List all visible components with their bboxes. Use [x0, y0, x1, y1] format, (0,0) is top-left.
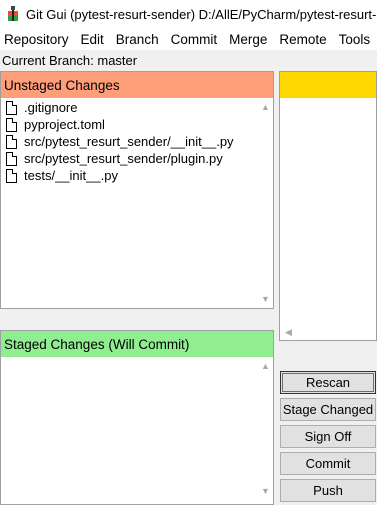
diff-pane: ◀ — [279, 71, 377, 341]
menu-bar: Repository Edit Branch Commit Merge Remo… — [0, 28, 377, 50]
file-icon[interactable] — [6, 100, 17, 115]
unstaged-scroll-up-icon[interactable]: ▲ — [260, 102, 271, 112]
staged-changes-header: Staged Changes (Will Commit) — [1, 331, 273, 357]
file-item[interactable]: src/pytest_resurt_sender/plugin.py — [3, 150, 259, 167]
scroll-left-icon[interactable]: ◀ — [283, 327, 294, 337]
menu-tools[interactable]: Tools — [333, 32, 377, 47]
file-icon[interactable] — [6, 168, 17, 183]
staged-changes-pane: Staged Changes (Will Commit) ▲ ▼ — [0, 330, 274, 505]
menu-commit[interactable]: Commit — [165, 32, 224, 47]
file-name: src/pytest_resurt_sender/__init__.py — [24, 134, 234, 149]
unstaged-changes-pane: Unstaged Changes .gitignore pyproject.to… — [0, 71, 274, 309]
file-name: tests/__init__.py — [24, 168, 118, 183]
menu-edit[interactable]: Edit — [75, 32, 110, 47]
file-item[interactable]: src/pytest_resurt_sender/__init__.py — [3, 133, 259, 150]
diff-header — [280, 72, 376, 98]
pane-splitter[interactable] — [0, 309, 274, 330]
file-item[interactable]: .gitignore — [3, 99, 259, 116]
unstaged-changes-header: Unstaged Changes — [1, 72, 273, 98]
sign-off-button[interactable]: Sign Off — [280, 425, 376, 448]
title-bar: Git Gui (pytest-resurt-sender) D:/AllE/P… — [0, 0, 377, 28]
file-name: src/pytest_resurt_sender/plugin.py — [24, 151, 223, 166]
file-icon[interactable] — [6, 151, 17, 166]
file-name: pyproject.toml — [24, 117, 105, 132]
git-icon — [6, 6, 20, 22]
window-title: Git Gui (pytest-resurt-sender) D:/AllE/P… — [26, 6, 377, 22]
stage-changed-button[interactable]: Stage Changed — [280, 398, 376, 421]
staged-scroll-down-icon[interactable]: ▼ — [260, 486, 271, 496]
unstaged-file-list: .gitignore pyproject.toml src/pytest_res… — [3, 99, 259, 184]
file-item[interactable]: tests/__init__.py — [3, 167, 259, 184]
unstaged-scroll-down-icon[interactable]: ▼ — [260, 294, 271, 304]
staged-scroll-up-icon[interactable]: ▲ — [260, 361, 271, 371]
commit-button[interactable]: Commit — [280, 452, 376, 475]
menu-remote[interactable]: Remote — [273, 32, 332, 47]
menu-merge[interactable]: Merge — [223, 32, 273, 47]
current-branch-label: Current Branch: master — [2, 52, 138, 68]
file-icon[interactable] — [6, 134, 17, 149]
diff-horizontal-scrollbar[interactable]: ◀ — [280, 326, 376, 340]
menu-repository[interactable]: Repository — [0, 32, 75, 47]
push-button[interactable]: Push — [280, 479, 376, 502]
rescan-button[interactable]: Rescan — [280, 371, 376, 394]
file-icon[interactable] — [6, 117, 17, 132]
file-item[interactable]: pyproject.toml — [3, 116, 259, 133]
menu-branch[interactable]: Branch — [110, 32, 165, 47]
file-name: .gitignore — [24, 100, 78, 115]
